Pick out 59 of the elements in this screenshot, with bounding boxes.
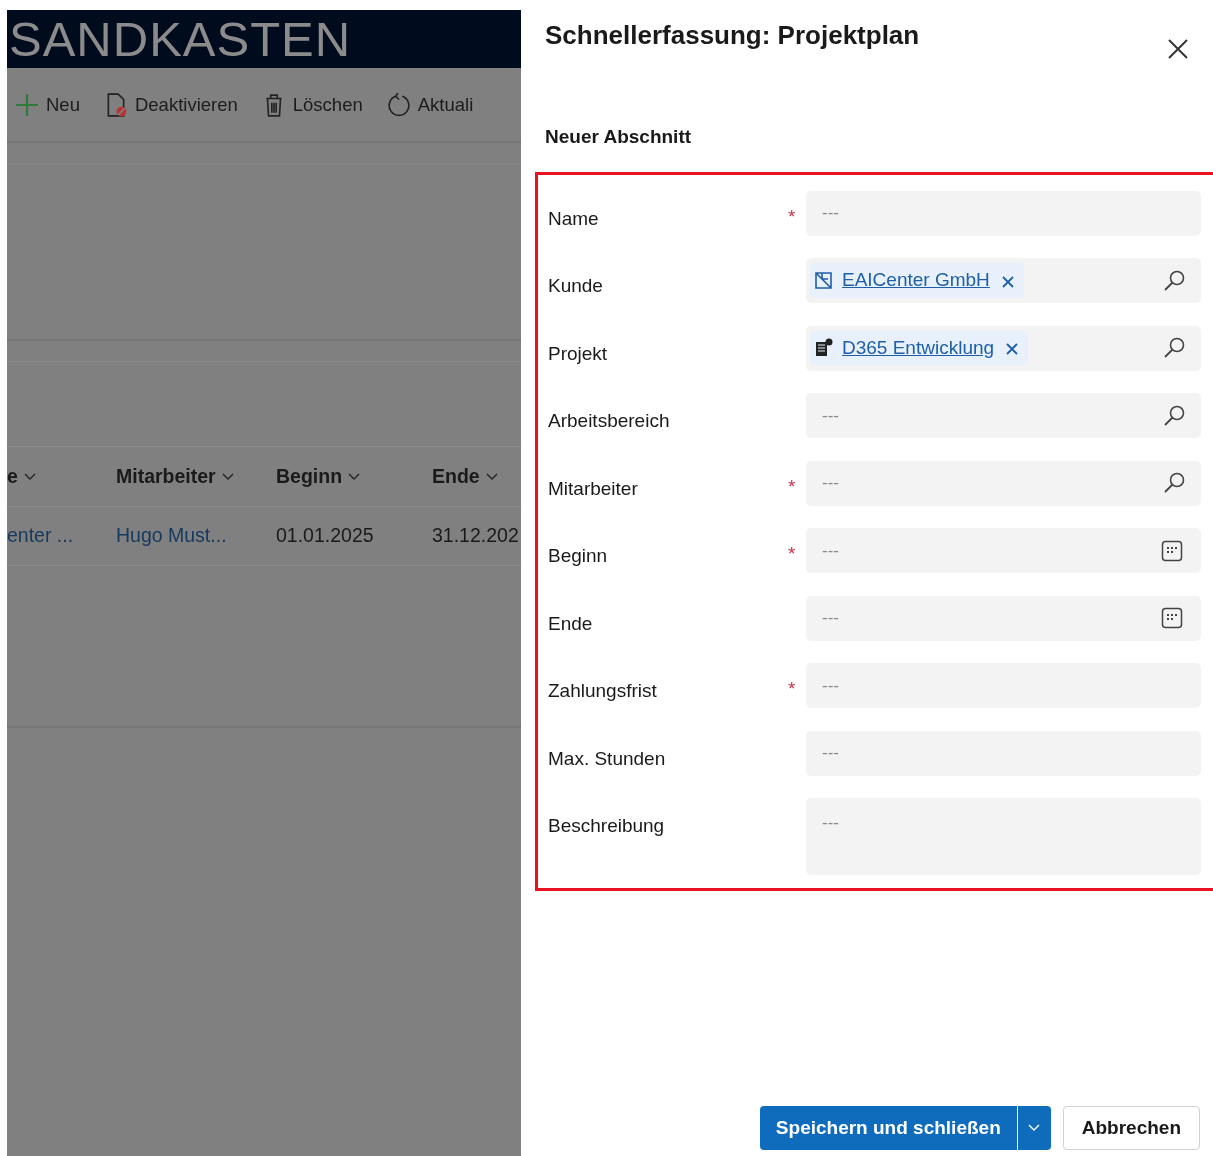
field-label: Mitarbeiter xyxy=(548,476,639,501)
input-field[interactable]: --- xyxy=(806,595,1201,641)
table-link[interactable]: enter ... xyxy=(7,521,74,551)
search-icon[interactable] xyxy=(1163,471,1187,495)
field-label: Kunde xyxy=(548,274,604,298)
input-field[interactable]: --- xyxy=(806,798,1201,875)
chevron-down-icon xyxy=(221,472,234,481)
required-mark: * xyxy=(788,205,796,227)
field-label: Zahlungsfrist xyxy=(548,679,658,703)
column-header[interactable]: Beginn xyxy=(276,461,343,492)
lookup-link[interactable]: D365 Entwicklung xyxy=(842,333,995,363)
input-field[interactable]: --- xyxy=(806,528,1201,573)
input-field[interactable]: D365 Entwicklung xyxy=(806,325,1201,371)
cancel-button[interactable]: Abbrechen xyxy=(1062,1106,1200,1150)
field-label: Beginn xyxy=(548,544,609,568)
table-cell-text: 01.01.2025 xyxy=(276,523,374,549)
input-field[interactable]: --- xyxy=(806,190,1201,236)
required-mark: * xyxy=(788,475,796,497)
required-mark: * xyxy=(788,543,796,564)
deactivate-command[interactable]: Deaktivieren xyxy=(134,90,238,119)
plus-icon xyxy=(15,92,39,117)
add-command[interactable]: Neu xyxy=(46,90,80,119)
refresh-command[interactable]: Aktuali xyxy=(417,90,474,119)
close-icon[interactable] xyxy=(1167,36,1189,60)
chevron-down-icon xyxy=(485,472,498,481)
required-mark: * xyxy=(788,678,796,699)
refresh-icon xyxy=(386,92,411,117)
table-cell-text: 31.12.202 xyxy=(432,523,519,549)
input-field[interactable]: --- xyxy=(806,730,1201,776)
column-header[interactable]: Mitarbeiter xyxy=(116,461,216,492)
field-label: Beschreibung xyxy=(548,814,666,838)
column-header[interactable]: e xyxy=(7,461,18,492)
field-label: Name xyxy=(548,206,600,231)
field-label: Ende xyxy=(548,611,594,636)
table-link[interactable]: Hugo Must... xyxy=(116,521,227,551)
input-field[interactable]: EAICenter GmbH xyxy=(806,258,1201,303)
app-title: SANDKASTEN xyxy=(9,14,352,64)
calendar-icon[interactable] xyxy=(1161,607,1183,629)
lookup-link[interactable]: EAICenter GmbH xyxy=(842,266,990,295)
input-field[interactable]: --- xyxy=(806,460,1201,506)
chevron-down-icon xyxy=(23,472,36,481)
field-label: Max. Stunden xyxy=(548,746,667,771)
search-icon[interactable] xyxy=(1163,403,1187,428)
section-title: Neuer Abschnitt xyxy=(545,125,693,149)
search-icon[interactable] xyxy=(1163,268,1187,293)
delete-command[interactable]: Löschen xyxy=(292,90,363,119)
document-icon xyxy=(814,338,834,358)
split-chevron-icon[interactable] xyxy=(1016,1106,1051,1150)
field-label: Arbeitsbereich xyxy=(548,409,671,433)
chevron-down-icon xyxy=(348,472,361,481)
save-button[interactable]: Speichern und schließen xyxy=(759,1106,1017,1150)
calendar-icon[interactable] xyxy=(1161,539,1183,562)
input-field[interactable]: --- xyxy=(806,663,1201,708)
input-field[interactable]: --- xyxy=(806,393,1201,438)
building-icon xyxy=(814,270,834,291)
dialog-title: Schnellerfassung: Projektplan xyxy=(545,20,920,52)
column-header[interactable]: Ende xyxy=(432,461,480,492)
search-icon[interactable] xyxy=(1163,336,1187,360)
field-label: Projekt xyxy=(548,341,609,366)
